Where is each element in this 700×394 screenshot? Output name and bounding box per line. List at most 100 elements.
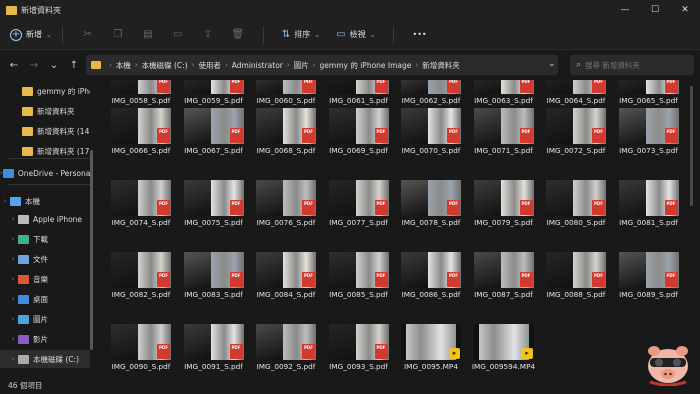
- pdf-file-tile[interactable]: PDF IMG_0073_S.pdf: [608, 108, 680, 168]
- pdf-file-tile[interactable]: PDF IMG_0090_S.pdf: [100, 324, 172, 376]
- pdf-icon: PDF: [374, 272, 388, 287]
- pdf-file-tile[interactable]: PDF IMG_0075_S.pdf: [173, 180, 245, 240]
- minimize-button[interactable]: —: [610, 0, 640, 20]
- paste-icon[interactable]: ▤: [133, 29, 163, 40]
- sidebar-item[interactable]: 新增資料夾 (14): [0, 122, 90, 140]
- breadcrumb-chevron-icon[interactable]: ›: [192, 61, 195, 69]
- pdf-file-tile[interactable]: PDF IMG_0091_S.pdf: [173, 324, 245, 376]
- sidebar-item[interactable]: › 本機: [0, 192, 90, 210]
- sidebar-item[interactable]: › 音樂: [0, 270, 90, 288]
- breadcrumb-item[interactable]: 圖片: [294, 60, 309, 71]
- rename-icon[interactable]: ▭: [163, 29, 193, 40]
- pdf-file-tile[interactable]: PDF IMG_0084_S.pdf: [245, 252, 317, 312]
- sort-button[interactable]: ⇅ 排序 ⌄: [282, 29, 320, 40]
- breadcrumb-chevron-icon[interactable]: ›: [287, 61, 290, 69]
- new-button[interactable]: + 新增 ⌄: [10, 28, 52, 41]
- sidebar-item[interactable]: › Apple iPhone: [0, 210, 90, 228]
- breadcrumb-item[interactable]: 使用者: [198, 60, 221, 71]
- back-arrow-icon[interactable]: ←: [4, 60, 24, 71]
- view-button[interactable]: ▭ 檢視 ⌄: [336, 29, 375, 40]
- breadcrumb-item[interactable]: 本機: [116, 60, 131, 71]
- pdf-file-tile[interactable]: PDF IMG_0092_S.pdf: [245, 324, 317, 376]
- chevron-right-icon[interactable]: ›: [8, 215, 18, 223]
- breadcrumb-chevron-icon[interactable]: ›: [109, 61, 112, 69]
- delete-icon[interactable]: 🗑: [223, 29, 253, 40]
- file-name: IMG_0067_S.pdf: [184, 146, 243, 155]
- breadcrumb-chevron-icon[interactable]: ›: [135, 61, 138, 69]
- sidebar-item[interactable]: › 下載: [0, 230, 90, 248]
- cloud-icon: [2, 168, 14, 178]
- video-file-tile[interactable]: ▸ IMG_0095.MP4: [390, 324, 462, 376]
- sidebar-scrollbar[interactable]: [90, 150, 93, 350]
- file-thumbnail: PDF: [618, 180, 679, 216]
- pdf-file-tile[interactable]: PDF IMG_0079_S.pdf: [463, 180, 535, 240]
- address-bar[interactable]: › 本機 › 本機磁碟 (C:) › 使用者 › Administrator › 圖片 › gemmy…: [86, 55, 558, 75]
- sidebar-item[interactable]: › 文件: [0, 250, 90, 268]
- pdf-file-tile[interactable]: PDF IMG_0083_S.pdf: [173, 252, 245, 312]
- pdf-file-tile[interactable]: PDF IMG_0085_S.pdf: [318, 252, 390, 312]
- sidebar-item[interactable]: › OneDrive - Personal: [0, 164, 90, 182]
- sidebar-item[interactable]: › 影片: [0, 330, 90, 348]
- maximize-button[interactable]: ☐: [640, 0, 670, 20]
- pdf-file-tile[interactable]: PDF IMG_0067_S.pdf: [173, 108, 245, 168]
- file-thumbnail: PDF: [618, 108, 679, 144]
- pdf-file-tile[interactable]: PDF IMG_0078_S.pdf: [390, 180, 462, 240]
- file-thumbnail: PDF: [256, 252, 316, 288]
- breadcrumb-item[interactable]: gemmy 的 iPhone Image: [320, 60, 412, 71]
- breadcrumb-item[interactable]: 新增資料夾: [422, 60, 460, 71]
- pdf-icon: PDF: [664, 128, 678, 143]
- pdf-icon: PDF: [519, 80, 533, 93]
- pdf-file-tile[interactable]: PDF IMG_0076_S.pdf: [245, 180, 317, 240]
- chevron-right-icon[interactable]: ›: [8, 335, 18, 343]
- pdf-file-tile[interactable]: PDF IMG_0070_S.pdf: [390, 108, 462, 168]
- pdf-file-tile[interactable]: PDF IMG_0077_S.pdf: [318, 180, 390, 240]
- content-scrollbar[interactable]: [690, 86, 693, 206]
- recent-chevron-icon[interactable]: ⌄: [44, 60, 64, 71]
- pdf-file-tile[interactable]: PDF IMG_0072_S.pdf: [535, 108, 607, 168]
- close-button[interactable]: ✕: [670, 0, 700, 20]
- file-thumbnail: PDF: [473, 108, 534, 144]
- pdf-file-tile[interactable]: PDF IMG_0066_S.pdf: [100, 108, 172, 168]
- share-icon[interactable]: ⇪: [193, 29, 223, 40]
- copy-icon[interactable]: ❐: [103, 29, 133, 40]
- sidebar-item[interactable]: › 本機磁碟 (C:): [0, 350, 90, 368]
- more-button[interactable]: •••: [412, 30, 426, 39]
- chevron-right-icon[interactable]: ›: [8, 295, 18, 303]
- pdf-file-tile[interactable]: PDF IMG_0069_S.pdf: [318, 108, 390, 168]
- up-arrow-icon[interactable]: ↑: [64, 60, 84, 71]
- pdf-file-tile[interactable]: PDF IMG_0087_S.pdf: [463, 252, 535, 312]
- pdf-file-tile[interactable]: PDF IMG_0081_S.pdf: [608, 180, 680, 240]
- search-box[interactable]: ⌕: [570, 55, 694, 75]
- folder-icon: [91, 61, 101, 69]
- sidebar-item[interactable]: › 圖片: [0, 310, 90, 328]
- breadcrumb-chevron-icon[interactable]: ›: [313, 61, 316, 69]
- pdf-file-tile[interactable]: PDF IMG_0080_S.pdf: [535, 180, 607, 240]
- sidebar-item[interactable]: gemmy 的 iPhone: [0, 82, 90, 100]
- chevron-right-icon[interactable]: ›: [8, 315, 18, 323]
- video-file-tile[interactable]: ▸ IMG_009594.MP4: [463, 324, 535, 376]
- search-input[interactable]: [585, 60, 682, 70]
- pdf-file-tile[interactable]: PDF IMG_0093_S.pdf: [318, 324, 390, 376]
- refresh-icon[interactable]: ⌄: [548, 59, 556, 69]
- sidebar-item-label: 圖片: [33, 314, 48, 324]
- chevron-right-icon[interactable]: ›: [8, 355, 18, 363]
- chevron-right-icon[interactable]: ›: [8, 275, 18, 283]
- pdf-file-tile[interactable]: PDF IMG_0082_S.pdf: [100, 252, 172, 312]
- breadcrumb-chevron-icon[interactable]: ›: [225, 61, 228, 69]
- breadcrumb-item[interactable]: Administrator: [232, 61, 283, 70]
- sidebar-item[interactable]: 新增資料夾: [0, 102, 90, 120]
- pdf-file-tile[interactable]: PDF IMG_0068_S.pdf: [245, 108, 317, 168]
- forward-arrow-icon[interactable]: →: [24, 60, 44, 71]
- pdf-file-tile[interactable]: PDF IMG_0086_S.pdf: [390, 252, 462, 312]
- pdf-file-tile[interactable]: PDF IMG_0089_S.pdf: [608, 252, 680, 312]
- cut-icon[interactable]: ✂: [73, 29, 103, 40]
- pdf-file-tile[interactable]: PDF IMG_0088_S.pdf: [535, 252, 607, 312]
- chevron-right-icon[interactable]: ›: [8, 235, 18, 243]
- pdf-file-tile[interactable]: PDF IMG_0071_S.pdf: [463, 108, 535, 168]
- chevron-right-icon[interactable]: ›: [0, 197, 10, 205]
- breadcrumb-chevron-icon[interactable]: ›: [415, 61, 418, 69]
- breadcrumb-item[interactable]: 本機磁碟 (C:): [142, 60, 188, 71]
- pdf-file-tile[interactable]: PDF IMG_0074_S.pdf: [100, 180, 172, 240]
- sidebar-item[interactable]: › 桌面: [0, 290, 90, 308]
- chevron-right-icon[interactable]: ›: [8, 255, 18, 263]
